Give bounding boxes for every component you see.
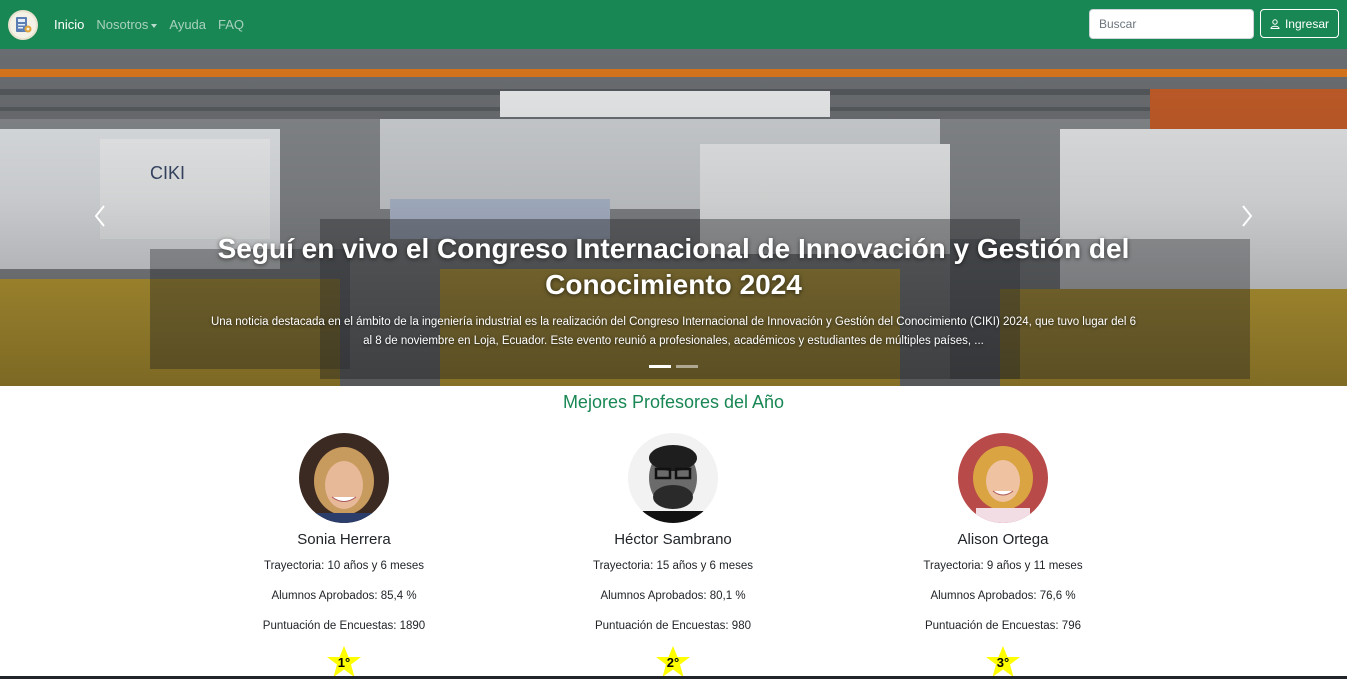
avatar [299,433,389,523]
teacher-name: Alison Ortega [957,531,1049,548]
rank-badge: 2° [655,646,691,678]
rank-label: 1° [337,655,351,670]
rank-label: 3° [996,655,1010,670]
carousel-indicators [0,365,1347,368]
navbar: Inicio Nosotros Ayuda FAQ Ingresar [0,0,1347,49]
section-title: Mejores Profesores del Año [562,392,785,412]
teacher-photo [628,433,718,523]
teacher-name: Héctor Sambrano [614,531,732,548]
nav-link-nosotros[interactable]: Nosotros [96,17,158,32]
carousel-prev-button[interactable] [88,204,112,228]
nav-link-inicio[interactable]: Inicio [54,17,84,32]
teacher-photo [958,433,1048,523]
teacher-encuestas: Puntuación de Encuestas: 1890 [262,620,426,632]
nav-link-ayuda[interactable]: Ayuda [169,17,206,32]
teacher-encuestas: Puntuación de Encuestas: 796 [924,620,1081,632]
carousel-text: Una noticia destacada en el ámbito de la… [210,316,1137,347]
chevron-right-icon [1242,205,1253,227]
carousel-caption: Seguí en vivo el Congreso Internacional … [190,231,1157,351]
teacher-card: Alison Ortega Trayectoria: 9 años y 11 m… [838,433,1168,678]
carousel-next-button[interactable] [1235,204,1259,228]
nav-link-nosotros-label: Nosotros [96,17,149,32]
search-input[interactable] [1088,9,1254,39]
avatar [628,433,718,523]
chevron-left-icon [94,205,105,227]
teacher-trayectoria: Trayectoria: 10 años y 6 meses [263,560,424,572]
login-button[interactable]: Ingresar [1259,9,1339,38]
avatar [958,433,1048,523]
news-carousel: CIKI Seguí en vivo el Congreso Internaci… [0,49,1347,386]
login-button-label: Ingresar [1284,16,1329,31]
carousel-indicator-1[interactable] [649,365,671,368]
site-logo[interactable] [8,9,38,40]
carousel-indicator-2[interactable] [676,365,698,368]
teacher-encuestas: Puntuación de Encuestas: 980 [594,620,751,632]
rank-label: 2° [666,655,680,670]
caret-down-icon [151,23,158,28]
teacher-trayectoria: Trayectoria: 15 años y 6 meses [592,560,753,572]
teacher-aprobados: Alumnos Aprobados: 85,4 % [271,590,417,602]
rank-badge: 3° [985,646,1021,678]
teacher-card: Sonia Herrera Trayectoria: 10 años y 6 m… [179,433,509,678]
logo-icon [16,16,32,32]
teacher-aprobados: Alumnos Aprobados: 80,1 % [600,590,746,602]
rank-badge: 1° [326,646,362,678]
user-icon [1270,18,1280,29]
nav-link-faq[interactable]: FAQ [218,17,244,32]
teacher-aprobados: Alumnos Aprobados: 76,6 % [930,590,1076,602]
teacher-trayectoria: Trayectoria: 9 años y 11 meses [923,560,1083,572]
nav-links: Inicio Nosotros Ayuda FAQ [54,17,244,32]
teacher-card: Héctor Sambrano Trayectoria: 15 años y 6… [508,433,838,678]
nav-actions: Ingresar [1088,9,1339,39]
teacher-photo [299,433,389,523]
carousel-title: Seguí en vivo el Congreso Internacional … [217,233,1130,300]
teacher-name: Sonia Herrera [297,531,391,548]
